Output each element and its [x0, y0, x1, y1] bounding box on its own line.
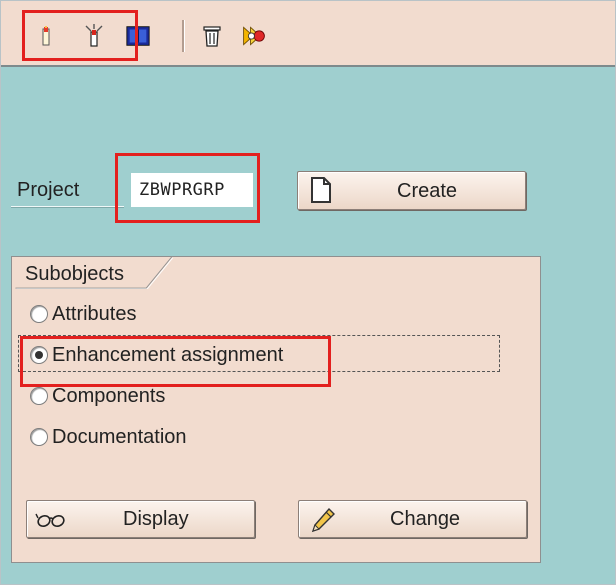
- activate-button[interactable]: [241, 22, 267, 50]
- radio-label: Documentation: [52, 425, 187, 448]
- subobjects-group: Subobjects Attributes Enhancement assign…: [11, 256, 541, 563]
- radio-label: Attributes: [52, 302, 137, 325]
- sap-window: Project ZBWPRGRP Create Subobjects Attri…: [0, 0, 616, 585]
- display-button-label: Display: [123, 508, 189, 530]
- radio-button[interactable]: [30, 387, 48, 405]
- delete-button[interactable]: [199, 22, 225, 50]
- radio-attributes[interactable]: Attributes: [30, 301, 136, 327]
- create-button-label: Create: [397, 180, 458, 202]
- toolbar-highlight: [22, 10, 138, 61]
- document-icon: [311, 177, 331, 203]
- radio-label: Components: [52, 384, 166, 407]
- toolbar-separator: [182, 20, 185, 52]
- activate-icon: [243, 26, 265, 46]
- change-button[interactable]: Change: [298, 500, 527, 538]
- project-label-underline: [11, 206, 124, 208]
- radio-button[interactable]: [30, 305, 48, 323]
- create-button[interactable]: Create: [297, 171, 526, 210]
- pencil-icon: [311, 507, 335, 533]
- project-label: Project: [17, 179, 80, 201]
- glasses-icon: [35, 513, 65, 527]
- trash-icon: [203, 26, 221, 47]
- radio-documentation[interactable]: Documentation: [30, 424, 187, 450]
- enhancement-assignment-highlight: [20, 336, 331, 387]
- project-highlight: [115, 153, 260, 223]
- subobjects-title: Subobjects: [25, 263, 124, 285]
- display-button[interactable]: Display: [26, 500, 255, 538]
- change-button-label: Change: [390, 508, 461, 530]
- application-toolbar: [1, 1, 615, 67]
- radio-button[interactable]: [30, 428, 48, 446]
